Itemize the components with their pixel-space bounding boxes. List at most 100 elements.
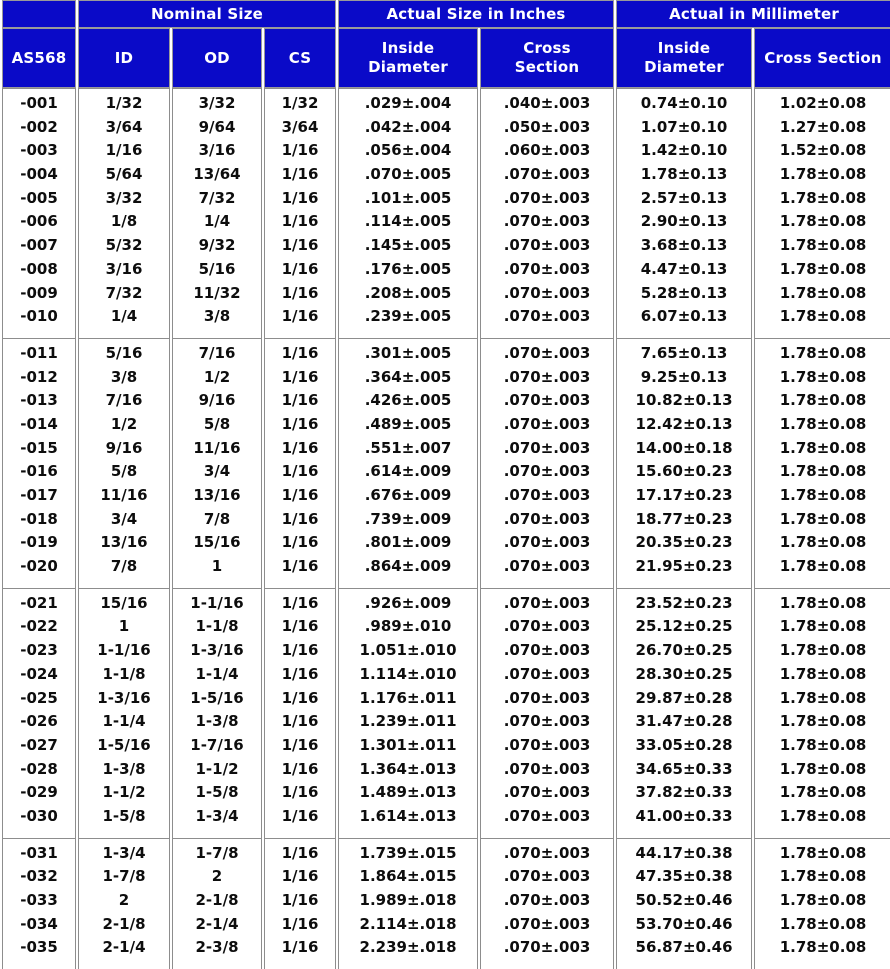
table-cell-value: .070±.003 (503, 891, 591, 909)
table-cell-value: .676±.009 (364, 486, 452, 504)
table-cell-value: .060±.003 (503, 141, 591, 160)
table-cell-value: 1/16 (281, 783, 319, 802)
table-cell-value: 5/8 (203, 414, 231, 433)
table-cell-value: 1/16 (281, 593, 319, 612)
table-cell-value: .551±.007 (364, 438, 452, 457)
table-cell-value: 3/8 (203, 307, 231, 326)
table-column-cell: .070±.003 .070±.003 .070±.003 .070±.003 .070… (480, 837, 615, 969)
table-cell-value: 1-3/16 (190, 641, 244, 660)
table-cell-value: 1-7/8 (195, 843, 239, 862)
table-cell-value: -013 (20, 391, 58, 410)
column-header-inside-diameter: Inside Diameter (338, 28, 479, 88)
table-cell-value: .426±.005 (364, 391, 452, 410)
table-column-cell: 1/16 1/16 1/16 1/16 1/16 (264, 837, 337, 969)
table-cell-value: 1.78±0.08 (779, 557, 867, 576)
table-cell-value: 1.78±0.08 (779, 438, 867, 457)
table-cell-value: .070±.003 (503, 533, 591, 552)
table-cell-value: 3/32 (198, 94, 236, 112)
table-column-cell: 1/32 3/64 1/16 1/16 1/16 1/16 1/16 1/16 1/16 1/16 (264, 88, 337, 338)
table-cell-value: 1-5/16 (97, 735, 151, 754)
table-cell-value: 1/16 (281, 414, 319, 433)
table-cell-value: 1.489±.013 (359, 783, 457, 802)
table-cell-value: 1/16 (281, 165, 319, 184)
table-column-cell: .070±.003 .070±.003 .070±.003 .070±.003 .070… (480, 337, 615, 588)
table-cell-value: 5.28±0.13 (640, 283, 728, 302)
table-column-cell: 1.78±0.08 1.78±0.08 1.78±0.08 1.78±0.08 1.78… (754, 837, 890, 969)
table-cell-value: 1/4 (203, 212, 231, 231)
table-column-cell: 1/16 1/16 1/16 1/16 1/16 1/16 1/16 1/16 1/16 1/16 (264, 337, 337, 588)
column-header-line: ID (114, 48, 134, 67)
table-cell-value: 1/16 (281, 759, 319, 778)
table-cell-value: 1-1/2 (195, 759, 239, 778)
column-header-od: OD (172, 28, 262, 88)
group-header-row: Nominal Size Actual Size in Inches Actual … (2, 0, 890, 28)
table-cell-value: 1-1/16 (190, 593, 244, 612)
table-cell-value: 1.78±0.08 (779, 367, 867, 386)
table-cell-value: 11/16 (100, 486, 148, 504)
table-cell-value: 10.82±0.13 (635, 391, 733, 410)
table-cell-value: .070±.003 (503, 486, 591, 504)
table-cell-value: 11/32 (193, 283, 241, 302)
table-cell-value: .070±.003 (503, 343, 591, 362)
table-cell-value: 21.95±0.23 (635, 557, 733, 576)
table-cell-value: 1.989±.018 (359, 891, 457, 909)
table-cell-value: 1.78±0.08 (779, 593, 867, 612)
table-cell-value: 1/2 (203, 367, 231, 386)
table-cell-value: .239±.005 (364, 307, 452, 326)
table-cell-value: 34.65±0.33 (635, 759, 733, 778)
column-header-cross-section: Cross Section (754, 28, 890, 88)
table-header: Nominal Size Actual Size in Inches Actual … (2, 0, 890, 88)
column-header-cross-section: Cross Section (480, 28, 615, 88)
table-cell-value: 3/16 (198, 141, 236, 160)
table-cell-value: 1.78±0.08 (779, 391, 867, 410)
table-cell-value: -026 (20, 712, 58, 731)
table-cell-value: 1.78±0.08 (779, 212, 867, 231)
table-cell-value: 15/16 (100, 593, 148, 612)
table-cell-value: 1/32 (105, 94, 143, 112)
table-cell-value: -008 (20, 259, 58, 278)
table-cell-value: -027 (20, 735, 58, 754)
table-cell-value: 1.78±0.08 (779, 806, 867, 825)
table-cell-value: 9.25±0.13 (640, 367, 728, 386)
table-cell-value: .989±.010 (364, 617, 452, 636)
table-cell-value: 3/64 (281, 117, 319, 136)
table-cell-value: 1 (211, 557, 223, 576)
table-column-cell: 3/32 9/64 3/16 13/64 7/32 1/4 9/32 5/16 11/32 3/8 (172, 88, 262, 338)
table-cell-value: 1.78±0.08 (779, 533, 867, 552)
table-cell-value: 1-5/16 (190, 688, 244, 707)
table-cell-value: 1/16 (281, 486, 319, 504)
column-header-line: Diameter (644, 58, 724, 76)
table-column-cell: -021 -022 -023 -024 -025 -026 -027 -028 -029 -030 (2, 587, 76, 838)
table-cell-value: 1.301±.011 (359, 735, 457, 754)
table-cell-value: .070±.003 (503, 283, 591, 302)
table-cell-value: 1/16 (281, 509, 319, 528)
table-column-cell: 1-7/8 2 2-1/8 2-1/4 2-3/8 (172, 837, 262, 969)
table-column-cell: .301±.005 .364±.005 .426±.005 .489±.005 .551… (338, 337, 479, 588)
table-cell-value: 37.82±0.33 (635, 783, 733, 802)
table-cell-value: 1/32 (281, 94, 319, 112)
table-cell-value: 1-5/8 (195, 783, 239, 802)
group-header-nominal-size: Nominal Size (78, 0, 337, 28)
table-cell-value: .070±.003 (503, 414, 591, 433)
table-column-cell: 23.52±0.23 25.12±0.25 26.70±0.25 28.30±0.25… (616, 587, 753, 838)
table-cell-value: 13/16 (100, 533, 148, 552)
table-cell-value: 23.52±0.23 (635, 593, 733, 612)
table-cell-value: 1.78±0.08 (779, 486, 867, 504)
table-cell-value: 3/8 (110, 367, 138, 386)
table-cell-value: .070±.003 (503, 712, 591, 731)
table-cell-value: 2.57±0.13 (640, 188, 728, 207)
column-header-line: CS (288, 48, 312, 67)
table-column-cell: 0.74±0.10 1.07±0.10 1.42±0.10 1.78±0.13 2.57… (616, 88, 753, 338)
table-cell-value: 9/16 (198, 391, 236, 410)
table-cell-value: -031 (20, 843, 58, 862)
table-cell-value: 25.12±0.25 (635, 617, 733, 636)
table-cell-value: -019 (20, 533, 58, 552)
table-cell-value: 1.78±0.08 (779, 259, 867, 278)
table-cell-value: -002 (20, 117, 58, 136)
table-cell-value: 1.02±0.08 (779, 94, 867, 112)
table-cell-value: .070±.003 (503, 617, 591, 636)
table-cell-value: 7/8 (110, 557, 138, 576)
table-cell-value: 9/64 (198, 117, 236, 136)
table-cell-value: -025 (20, 688, 58, 707)
table-cell-value: 44.17±0.38 (635, 843, 733, 862)
